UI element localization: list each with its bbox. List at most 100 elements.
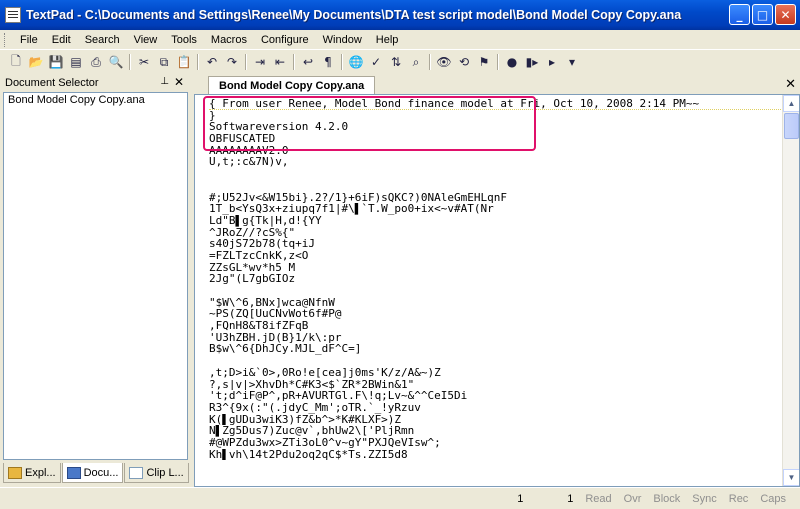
stop-macro-icon[interactable]: ▸ — [544, 54, 560, 70]
find-next-icon[interactable]: 👁 — [436, 54, 452, 70]
status-record: Rec — [728, 492, 749, 505]
redo-icon[interactable]: ↷ — [224, 54, 240, 70]
editor-line[interactable]: =FZLTzcCnkK,z<O — [209, 250, 781, 262]
editor-line[interactable]: Softwareversion 4.2.0 — [209, 121, 781, 133]
editor-line[interactable]: #;U52Jv<&W15bi}.2?/1}+6iF)sQKC?)0NAleGmE… — [209, 192, 781, 204]
editor-line[interactable]: ,t;D>i&`0>,0Ro!e[cea]j0ms'K/z/A&~)Z — [209, 367, 781, 379]
editor-line[interactable] — [209, 285, 781, 297]
editor-line[interactable]: } — [209, 110, 781, 122]
editor-line[interactable]: { From user Renee, Model Bond_finance_mo… — [209, 98, 781, 110]
editor-line[interactable]: #@WPZdu3wx>ZTi3oL0^v~gY"PXJQeVIsw^; — [209, 437, 781, 449]
menu-file[interactable]: File — [13, 31, 45, 49]
close-panel-icon[interactable]: ✕ — [174, 75, 184, 89]
scroll-down-icon[interactable]: ▼ — [783, 469, 799, 486]
scroll-thumb[interactable] — [784, 113, 799, 139]
editor-line[interactable]: K(▌gUDu3wiK3)fZ&b^>*K#KLXF>)Z — [209, 414, 781, 426]
spell-check-icon[interactable]: ✓ — [368, 54, 384, 70]
editor-line[interactable]: 2Jg"(L7gbGIOz — [209, 273, 781, 285]
copy-icon[interactable]: ⧉ — [156, 54, 172, 70]
menu-configure[interactable]: Configure — [254, 31, 316, 49]
cut-icon[interactable]: ✂ — [136, 54, 152, 70]
menu-window[interactable]: Window — [316, 31, 369, 49]
status-column: 1 — [567, 492, 574, 505]
editor-text[interactable]: { From user Renee, Model Bond_finance_mo… — [209, 98, 781, 460]
editor-line[interactable]: ?,s|v|>XhvDh*C#K3<$`ZR*2BWin&1" — [209, 379, 781, 391]
print-preview-icon[interactable]: 🔍 — [108, 54, 124, 70]
maximize-button[interactable]: □ — [752, 4, 773, 25]
sort-icon[interactable]: ⇅ — [388, 54, 404, 70]
menu-grip[interactable] — [4, 32, 7, 47]
menu-edit[interactable]: Edit — [45, 31, 78, 49]
editor-line[interactable]: Kh▌vh\14t2Pdu2oq2qC$*Ts.ZZI5d8 — [209, 449, 781, 461]
tab-document-selector[interactable]: Docu... — [61, 463, 124, 483]
editor-line[interactable]: OBFUSCATED — [209, 133, 781, 145]
editor-line[interactable]: 't;d^iF@P^,pR+AVURTGl.F\!q;Lv~&^^CeI5Di — [209, 390, 781, 402]
document-selector-title: Document Selector — [5, 77, 99, 89]
editor-line[interactable]: 1T_b<YsQ3x+ziupq7f1|#\▌`T.W_po0+ix<~v#AT… — [209, 203, 781, 215]
document-selector-panel: Document Selector ⊥ ✕ Bond Model Copy Co… — [0, 74, 191, 463]
window-title: TextPad - C:\Documents and Settings\Rene… — [26, 8, 682, 22]
menu-view[interactable]: View — [127, 31, 165, 49]
save-all-icon[interactable]: ▤ — [68, 54, 84, 70]
close-button[interactable]: ✕ — [775, 4, 796, 25]
editor-line[interactable]: U,t;:c&7N)v, — [209, 156, 781, 168]
menu-help[interactable]: Help — [369, 31, 406, 49]
word-wrap-icon[interactable]: ↩ — [300, 54, 316, 70]
editor-line[interactable]: N▌Zg5Dus7)Zuc@v`,bhUw2\['PljRmn — [209, 425, 781, 437]
editor-line[interactable]: R3^{9x(:"(.jdyC_Mm';oTR.`_!yRzuv — [209, 402, 781, 414]
text-editor[interactable]: { From user Renee, Model Bond_finance_mo… — [194, 94, 800, 487]
editor-line[interactable]: Ld"B▌g{Tk|H,d!{YY — [209, 215, 781, 227]
tab-clip-library-label: Clip L... — [146, 466, 184, 479]
replace-icon[interactable]: ⟲ — [456, 54, 472, 70]
close-document-icon[interactable]: ✕ — [785, 76, 796, 92]
pin-icon[interactable]: ⊥ — [160, 76, 169, 87]
editor-line[interactable]: B$w\^6{DhJCy.MJL_dF^C=] — [209, 343, 781, 355]
editor-line[interactable] — [209, 355, 781, 367]
editor-line[interactable] — [209, 168, 781, 180]
editor-area: Bond Model Copy Copy.ana ✕ { From user R… — [194, 74, 800, 487]
explorer-icon — [8, 466, 22, 479]
toolbar-separator — [129, 54, 131, 70]
document-tab[interactable]: Bond Model Copy Copy.ana — [208, 76, 376, 94]
menu-macros[interactable]: Macros — [204, 31, 254, 49]
paste-icon[interactable]: 📋 — [176, 54, 192, 70]
scroll-up-icon[interactable]: ▲ — [783, 95, 799, 112]
customize-icon[interactable]: ⚑ — [476, 54, 492, 70]
textpad-app-icon[interactable] — [5, 7, 21, 23]
editor-line[interactable]: AAAAAAAAV2.0 — [209, 145, 781, 157]
visible-spaces-icon[interactable]: ¶ — [320, 54, 336, 70]
outdent-icon[interactable]: ⇤ — [272, 54, 288, 70]
editor-line[interactable]: ^JRoZ//?cS%{" — [209, 227, 781, 239]
tab-explorer[interactable]: Expl... — [3, 463, 61, 483]
document-selector-header: Document Selector ⊥ ✕ — [0, 74, 191, 92]
editor-line[interactable]: ~PS(ZQ[UuCNvWot6f#P@ — [209, 308, 781, 320]
toolbar-separator — [497, 54, 499, 70]
title-bar[interactable]: TextPad - C:\Documents and Settings\Rene… — [0, 0, 800, 30]
undo-icon[interactable]: ↶ — [204, 54, 220, 70]
document-list: Bond Model Copy Copy.ana — [3, 92, 188, 460]
editor-line[interactable]: s40jS72b78(tq+iJ — [209, 238, 781, 250]
toolbar-overflow-icon[interactable]: ▾ — [564, 54, 580, 70]
find-icon[interactable]: ⌕ — [408, 54, 424, 70]
tab-explorer-label: Expl... — [25, 466, 56, 479]
minimize-button[interactable]: _ — [729, 4, 750, 25]
play-macro-icon[interactable]: ▮▸ — [524, 54, 540, 70]
open-icon[interactable]: 📂 — [28, 54, 44, 70]
editor-line[interactable] — [209, 180, 781, 192]
menu-search[interactable]: Search — [78, 31, 127, 49]
record-macro-icon[interactable]: ● — [504, 54, 520, 70]
document-list-item[interactable]: Bond Model Copy Copy.ana — [6, 94, 185, 106]
menu-tools[interactable]: Tools — [164, 31, 204, 49]
save-icon[interactable]: 💾 — [48, 54, 64, 70]
tab-clip-library[interactable]: Clip L... — [124, 463, 189, 483]
vertical-scrollbar[interactable]: ▲ ▼ — [782, 95, 799, 486]
new-icon[interactable]: 🗋 — [8, 54, 24, 70]
editor-line[interactable]: ,FQnH8&T8ifZFqB — [209, 320, 781, 332]
web-icon[interactable]: 🌐 — [348, 54, 364, 70]
print-icon[interactable]: ⎙ — [88, 54, 104, 70]
status-caps: Caps — [760, 492, 786, 505]
editor-line[interactable]: 'U3hZBH.jD(B}1/k\:pr — [209, 332, 781, 344]
editor-line[interactable]: "$W\^6,BNx]wca@NfnW — [209, 297, 781, 309]
editor-line[interactable]: ZZsGL*wv*h5_M — [209, 262, 781, 274]
indent-icon[interactable]: ⇥ — [252, 54, 268, 70]
